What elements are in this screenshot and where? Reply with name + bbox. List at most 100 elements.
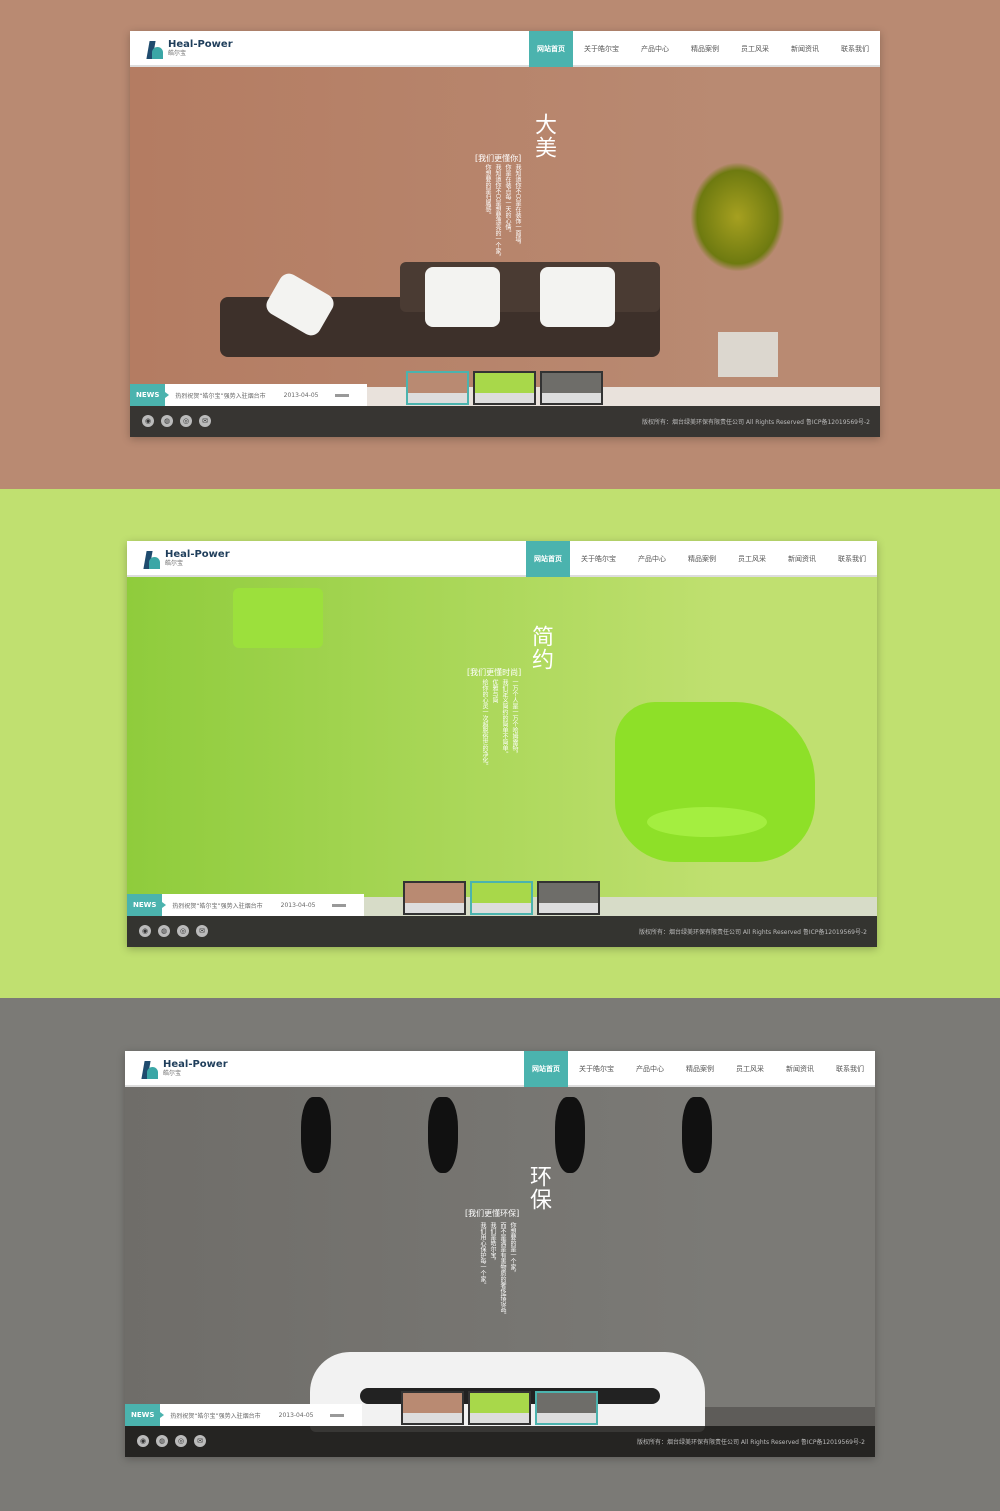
copyright: 版权所有：烟台绿美环保有限责任公司 All Rights Reserved 鲁I… (638, 929, 867, 936)
pendant-lamp (428, 1097, 458, 1173)
weibo-icon[interactable]: ◎ (177, 925, 189, 937)
logo[interactable]: Heal-Power 皓尔宝 (143, 549, 230, 569)
wechat-icon[interactable]: ◍ (158, 925, 170, 937)
panel-3: Heal-Power 皓尔宝 网站首页 关于皓尔宝 产品中心 精品案例 员工风采 新闻资讯联… (0, 998, 1000, 1511)
slide-thumbnail[interactable] (537, 881, 600, 915)
slogan-line: 我们是皓尔宝， (489, 1222, 496, 1264)
brand-name: Heal-Power (163, 1059, 228, 1070)
nav-item[interactable]: 精品案例 (677, 541, 727, 577)
main-nav: 网站首页 关于皓尔宝 产品中心 精品案例 员工风采 新闻资讯 联系我们 (524, 1051, 875, 1087)
slogan-line: 我们定义简约的简单不简单。 (501, 679, 508, 757)
news-bar[interactable]: NEWS 热烈祝贺“皓尔宝”强势入驻烟台市 2013-04-05 (125, 1404, 362, 1426)
slide-thumbnail[interactable] (403, 881, 466, 915)
nav-item[interactable]: 网站首页 (524, 1051, 568, 1087)
slogan-line: 你想要的是归属感。 (484, 164, 491, 218)
nav-item[interactable]: 关于皓尔宝 (568, 1051, 625, 1087)
slogan-line: 我知道你不只是想要漂亮的一个家， (494, 164, 501, 260)
main-nav: 网站首页 关于皓尔宝 产品中心 精品案例 员工风采 新闻资讯 联系我们 (526, 541, 877, 577)
nav-item[interactable]: 新闻资讯 (780, 31, 830, 67)
nav-item[interactable]: 联系我们 (825, 1051, 875, 1087)
slogan-line: 你是在装点每一天的心情。 (504, 164, 511, 236)
nav-item[interactable]: 精品案例 (675, 1051, 725, 1087)
slide-thumbnail[interactable] (540, 371, 603, 405)
logo-icon (143, 549, 161, 569)
header: Heal-Power 皓尔宝 网站首页 关于皓尔宝 产品中心 精品案例 员工风采 新闻资讯联… (127, 541, 877, 577)
mail-icon[interactable]: ✉ (196, 925, 208, 937)
nav-item[interactable]: 员工风采 (725, 1051, 775, 1087)
slogan-line: 你想要的是一个家， (509, 1222, 516, 1276)
news-headline[interactable]: 热烈祝贺“皓尔宝”强势入驻烟台市 (172, 901, 262, 910)
slide-thumbnail[interactable] (470, 881, 533, 915)
plant (690, 162, 785, 272)
mail-icon[interactable]: ✉ (199, 415, 211, 427)
brand-name-cn: 皓尔宝 (168, 50, 187, 57)
more-icon[interactable] (331, 903, 346, 907)
nav-item[interactable]: 员工风采 (730, 31, 780, 67)
slide-thumbnail[interactable] (468, 1391, 531, 1425)
header: Heal-Power 皓尔宝 网站首页 关于皓尔宝 产品中心 精品案例 员工风采 新闻资讯联… (125, 1051, 875, 1087)
nav-item[interactable]: 网站首页 (526, 541, 570, 577)
slide-thumbnail[interactable] (535, 1391, 598, 1425)
brand-name: Heal-Power (168, 39, 233, 50)
hero-title: 简约 (528, 625, 553, 671)
nav-item[interactable]: 精品案例 (680, 31, 730, 67)
wechat-icon[interactable]: ◍ (161, 415, 173, 427)
logo[interactable]: Heal-Power 皓尔宝 (146, 39, 233, 59)
more-icon[interactable] (334, 393, 349, 397)
panel-1: Heal-Power 皓尔宝 网站首页 关于皓尔宝 产品中心 精品案例 员工风采 新闻资讯联… (0, 0, 1000, 489)
pendant-lamp (682, 1097, 712, 1173)
armchair (615, 702, 815, 862)
logo[interactable]: Heal-Power 皓尔宝 (141, 1059, 228, 1079)
nav-item[interactable]: 关于皓尔宝 (573, 31, 630, 67)
slogan-line: 给你的心灵一次超脱俗世的净化。 (481, 679, 488, 769)
slide-thumbnail[interactable] (406, 371, 469, 405)
brand-name: Heal-Power (165, 549, 230, 560)
slogan-line: 而不是满是有害物质的奢侈摆设品。 (499, 1222, 506, 1318)
nav-item[interactable]: 关于皓尔宝 (570, 541, 627, 577)
hero-tagline: [我们更懂你] (475, 154, 522, 163)
pendant-lamp (555, 1097, 585, 1173)
slogan-line: 我们用心保护每一个家。 (479, 1222, 486, 1288)
pendant-lamp (233, 588, 323, 648)
qq-icon[interactable]: ◉ (139, 925, 151, 937)
slide-thumbnail[interactable] (473, 371, 536, 405)
social-icons: ◉ ◍ ◎ ✉ (142, 415, 211, 427)
hero-title: 大美 (531, 113, 556, 159)
wechat-icon[interactable]: ◍ (156, 1435, 168, 1447)
more-icon[interactable] (329, 1413, 344, 1417)
slogan-line: 我知道你不只是在装饰一面墙， (514, 164, 521, 248)
nav-item[interactable]: 联系我们 (827, 541, 877, 577)
news-bar[interactable]: NEWS 热烈祝贺“皓尔宝”强势入驻烟台市 2013-04-05 (130, 384, 367, 406)
news-headline[interactable]: 热烈祝贺“皓尔宝”强势入驻烟台市 (175, 391, 265, 400)
social-icons: ◉ ◍ ◎ ✉ (137, 1435, 206, 1447)
nav-item[interactable]: 联系我们 (830, 31, 880, 67)
footer: ◉ ◍ ◎ ✉ 版权所有：烟台绿美环保有限责任公司 All Rights Reserv… (130, 406, 880, 437)
footer: ◉ ◍ ◎ ✉ 版权所有：烟台绿美环保有限责任公司 All Rights Reserv… (127, 916, 877, 947)
weibo-icon[interactable]: ◎ (180, 415, 192, 427)
nav-item[interactable]: 员工风采 (727, 541, 777, 577)
copyright: 版权所有：烟台绿美环保有限责任公司 All Rights Reserved 鲁I… (641, 419, 870, 426)
news-badge: NEWS (127, 894, 167, 916)
qq-icon[interactable]: ◉ (137, 1435, 149, 1447)
slogan-line: 优雅与简 (491, 679, 498, 703)
nav-item[interactable]: 网站首页 (529, 31, 573, 67)
nav-item[interactable]: 产品中心 (630, 31, 680, 67)
nav-item[interactable]: 产品中心 (627, 541, 677, 577)
news-headline[interactable]: 热烈祝贺“皓尔宝”强势入驻烟台市 (170, 1411, 260, 1420)
logo-icon (146, 39, 164, 59)
news-badge: NEWS (125, 1404, 165, 1426)
pendant-lamp (301, 1097, 331, 1173)
nav-item[interactable]: 产品中心 (625, 1051, 675, 1087)
panel-2: Heal-Power 皓尔宝 网站首页 关于皓尔宝 产品中心 精品案例 员工风采 新闻资讯联… (0, 489, 1000, 998)
website-mockup: Heal-Power 皓尔宝 网站首页 关于皓尔宝 产品中心 精品案例 员工风采 新闻资讯联… (130, 31, 880, 437)
news-bar[interactable]: NEWS 热烈祝贺“皓尔宝”强势入驻烟台市 2013-04-05 (127, 894, 364, 916)
nav-item[interactable]: 新闻资讯 (775, 1051, 825, 1087)
weibo-icon[interactable]: ◎ (175, 1435, 187, 1447)
brand-name-cn: 皓尔宝 (163, 1070, 182, 1077)
qq-icon[interactable]: ◉ (142, 415, 154, 427)
slide-thumbnail[interactable] (401, 1391, 464, 1425)
nav-item[interactable]: 新闻资讯 (777, 541, 827, 577)
news-date: 2013-04-05 (278, 1411, 314, 1419)
main-nav: 网站首页 关于皓尔宝 产品中心 精品案例 员工风采 新闻资讯 联系我们 (529, 31, 880, 67)
mail-icon[interactable]: ✉ (194, 1435, 206, 1447)
